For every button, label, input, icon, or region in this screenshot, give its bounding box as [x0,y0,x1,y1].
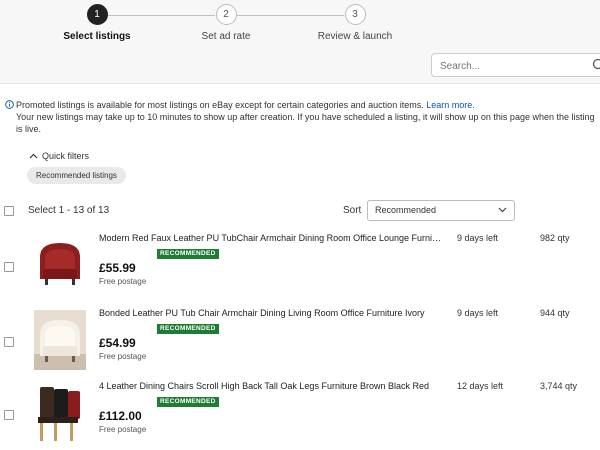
step-number: 3 [344,4,366,25]
listing-checkbox[interactable] [4,410,14,420]
notice-line-1: Promoted listings is available for most … [16,100,424,110]
quick-filters-toggle[interactable]: Quick filters [29,151,89,161]
step-number: 2 [215,4,237,25]
step-label: Select listings [63,31,131,42]
select-count: Select 1 - 13 of 13 [28,205,110,216]
listing-title[interactable]: 4 Leather Dining Chairs Scroll High Back… [99,381,441,391]
listing-row: Bonded Leather PU Tub Chair Armchair Din… [0,306,600,378]
listing-qty: 944 qty [540,308,570,318]
days-left: 12 days left [457,381,504,391]
quick-filters-label: Quick filters [42,151,90,161]
list-header: Select 1 - 13 of 13 Sort Recommended [0,198,600,224]
step-set-ad-rate[interactable]: 2 Set ad rate [166,4,286,42]
sort-value: Recommended [375,205,437,215]
step-label: Set ad rate [201,31,251,42]
chevron-up-icon [29,153,38,159]
search-icon[interactable] [592,58,600,72]
listing-price: £54.99 [99,336,136,350]
listing-image[interactable] [34,235,86,295]
listing-postage: Free postage [99,425,147,434]
progress-stepper: 1 Select listings 2 Set ad rate 3 Review… [0,0,600,50]
listing-checkbox[interactable] [4,262,14,272]
select-all-checkbox[interactable] [4,206,14,216]
search-box [431,53,600,77]
listing-qty: 982 qty [540,233,570,243]
top-bar: 1 Select listings 2 Set ad rate 3 Review… [0,0,600,84]
listing-checkbox[interactable] [4,337,14,347]
info-icon [5,100,14,109]
sort-label: Sort [343,205,362,216]
recommended-listings-chip[interactable]: Recommended listings [27,167,126,184]
listing-row: Modern Red Faux Leather PU TubChair Armc… [0,231,600,303]
recommended-badge: RECOMMENDED [157,324,219,334]
chevron-down-icon [498,207,507,213]
listing-image[interactable] [34,383,86,443]
step-review-launch[interactable]: 3 Review & launch [295,4,415,42]
recommended-badge: RECOMMENDED [157,249,219,259]
listing-price: £55.99 [99,261,136,275]
listing-image[interactable] [34,310,86,370]
info-notice: Promoted listings is available for most … [5,99,595,135]
learn-more-link[interactable]: Learn more. [426,100,475,110]
listing-row: 4 Leather Dining Chairs Scroll High Back… [0,379,600,450]
listing-title[interactable]: Bonded Leather PU Tub Chair Armchair Din… [99,308,441,318]
days-left: 9 days left [457,233,499,243]
listing-postage: Free postage [99,352,147,361]
step-number: 1 [86,4,108,25]
step-select-listings[interactable]: 1 Select listings [37,4,157,42]
days-left: 9 days left [457,308,499,318]
search-input[interactable] [440,59,580,73]
listing-qty: 3,744 qty [540,381,578,391]
step-label: Review & launch [317,31,393,42]
sort-dropdown[interactable]: Recommended [367,200,515,221]
listing-title[interactable]: Modern Red Faux Leather PU TubChair Armc… [99,233,441,243]
recommended-badge: RECOMMENDED [157,397,219,407]
notice-line-2: Your new listings may take up to 10 minu… [16,112,595,134]
listing-price: £112.00 [99,409,142,423]
listing-postage: Free postage [99,277,147,286]
